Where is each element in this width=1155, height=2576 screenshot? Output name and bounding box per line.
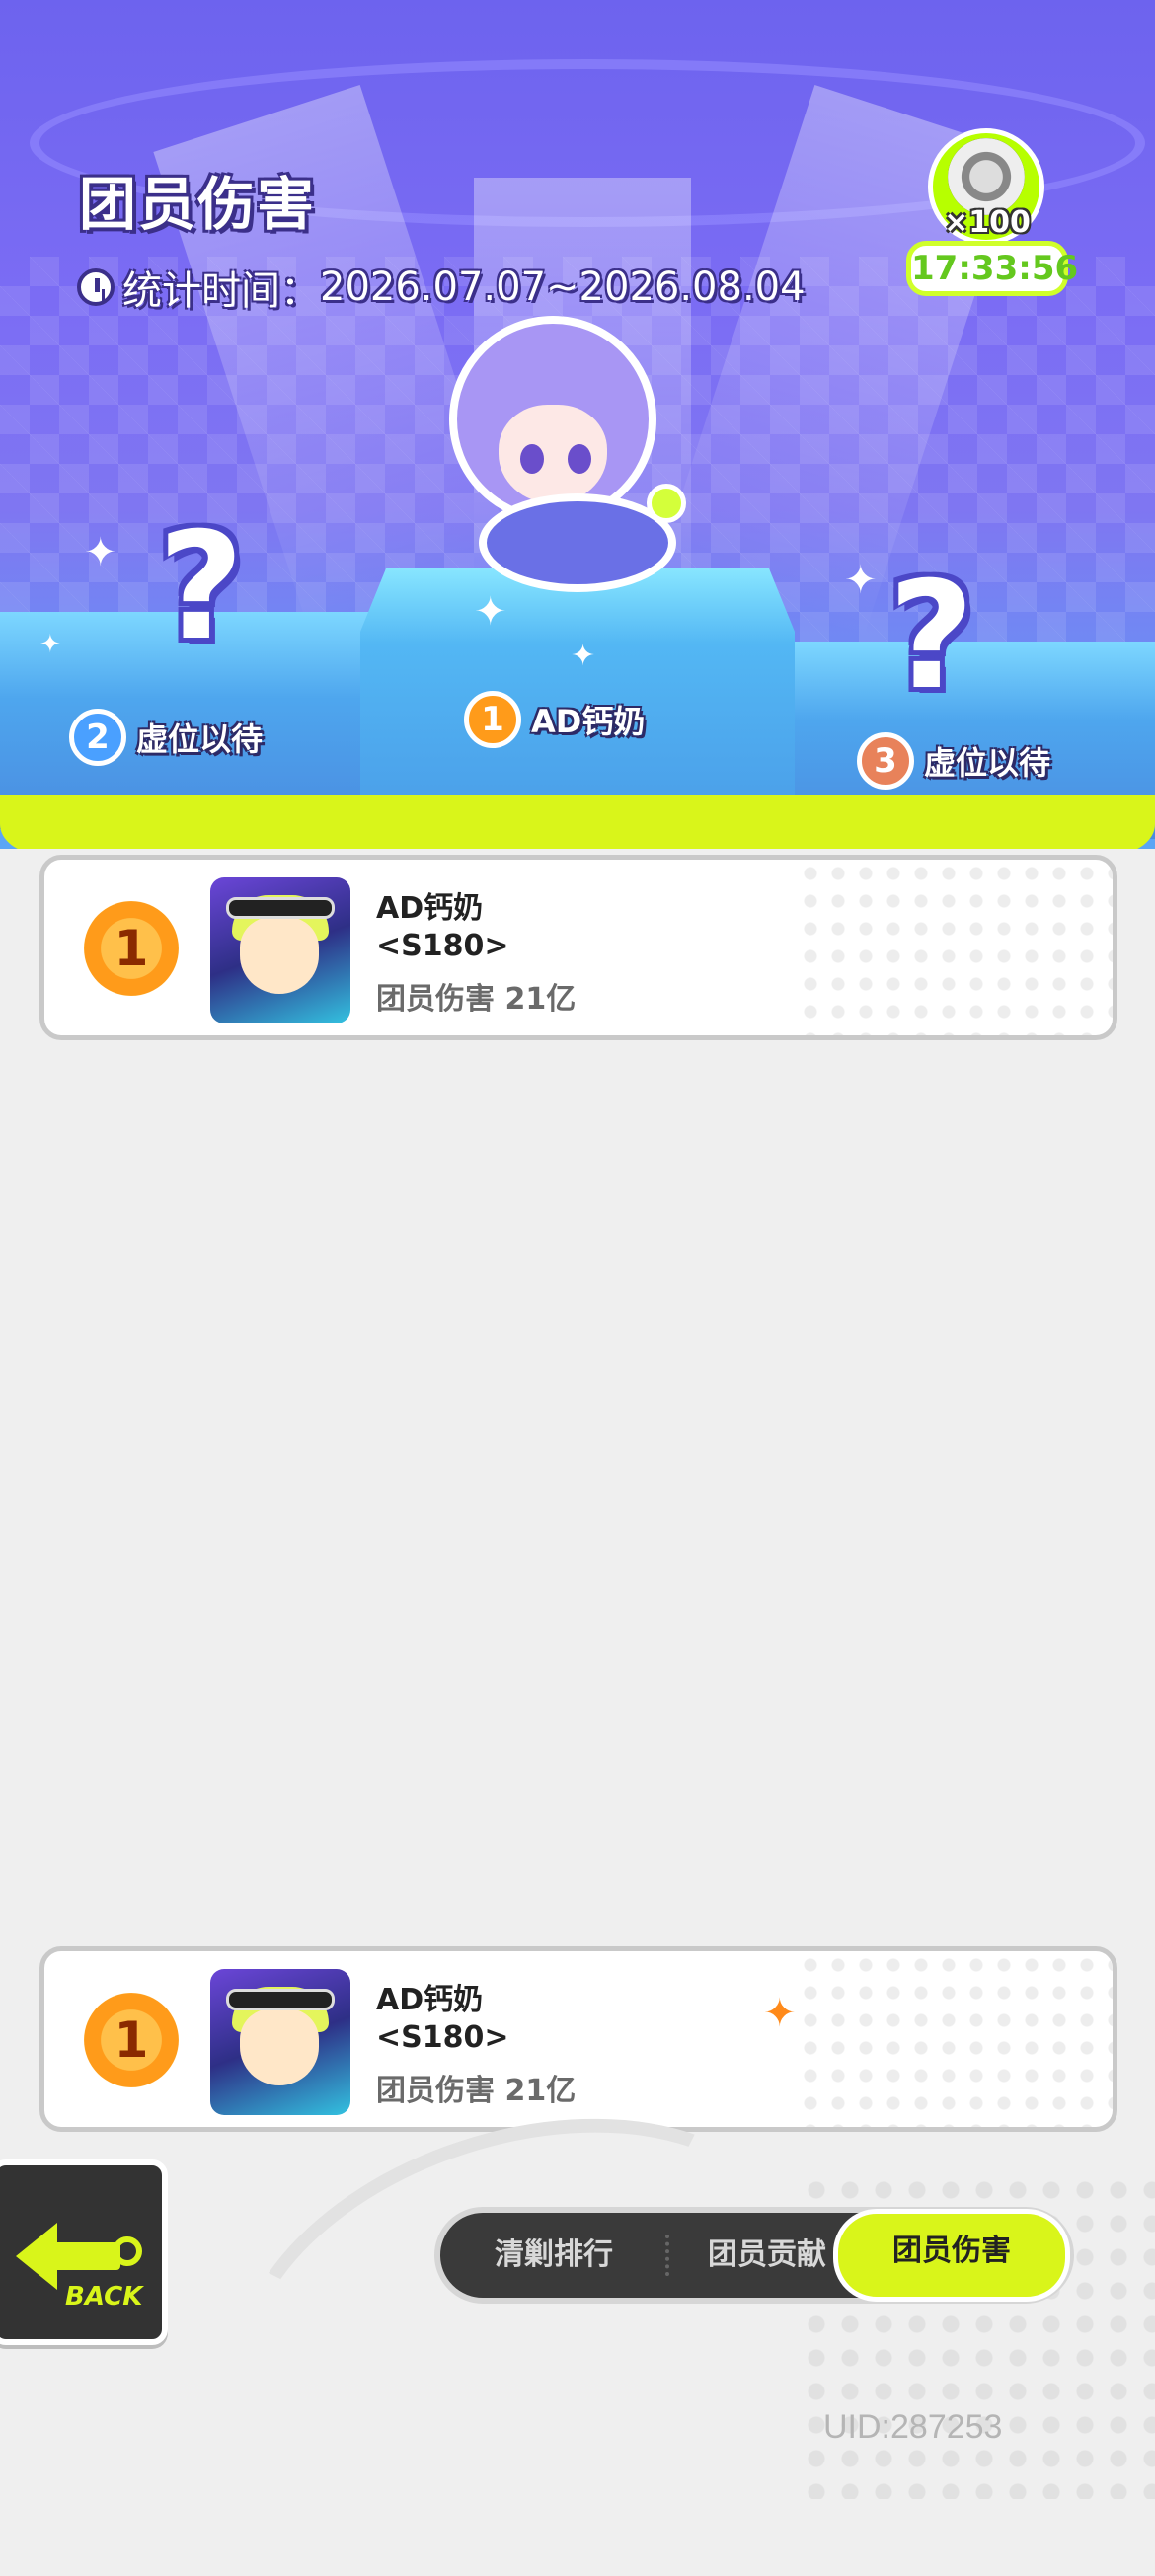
gear-coin-icon: [948, 138, 1025, 215]
tab-divider: [665, 2235, 669, 2276]
reward-countdown: 17:33:56: [906, 241, 1078, 296]
player-name: AD钙奶: [376, 1983, 484, 2017]
top-player-avatar[interactable]: [429, 296, 686, 602]
rank-badge-2: 2: [69, 709, 126, 766]
sparkle-icon: ✦: [474, 589, 507, 635]
podium-first-name: AD钙奶: [531, 703, 646, 740]
rank-badge-1: 1: [464, 691, 521, 748]
card-pattern: [797, 1951, 1113, 2127]
my-rank-row[interactable]: 1 AD钙奶 <S180> 团员伤害 21亿 ✦: [39, 1946, 1117, 2132]
page-title: 团员伤害: [79, 171, 317, 238]
back-arrow-shaft: [51, 2242, 120, 2270]
back-button[interactable]: BACK: [0, 2159, 168, 2345]
sparkle-icon: ✦: [39, 630, 61, 659]
player-avatar[interactable]: [210, 877, 350, 1023]
rank-medal-icon: 1: [84, 1993, 179, 2087]
sparkle-icon: ✦: [84, 530, 117, 575]
player-avatar[interactable]: [210, 1969, 350, 2115]
sparkle-icon: ✦: [763, 1991, 797, 2036]
podium-third-tag: 3 虚位以待: [857, 732, 1050, 790]
podium-second-name: 虚位以待: [136, 720, 264, 758]
stat-period-label: 统计时间：: [122, 268, 320, 314]
avatar-visor: [226, 897, 335, 919]
player-damage: 团员伤害 21亿: [376, 982, 577, 1017]
avatar-ball: [647, 484, 686, 523]
placeholder-question-icon-second: ?: [158, 501, 245, 673]
player-server: <S180>: [376, 929, 509, 963]
reward-count: ×100: [944, 205, 1031, 240]
rank-medal-icon: 1: [84, 901, 179, 996]
player-server: <S180>: [376, 2020, 509, 2055]
reward-chest[interactable]: ×100 17:33:56: [906, 128, 1078, 296]
player-damage: 团员伤害 21亿: [376, 2074, 577, 2108]
sparkle-icon: ✦: [571, 639, 596, 673]
back-label: BACK: [65, 2282, 143, 2311]
tab-member-damage[interactable]: 团员伤害: [833, 2209, 1070, 2302]
placeholder-question-icon-third: ?: [888, 551, 975, 722]
user-id: UID:287253: [823, 2408, 1003, 2446]
clock-icon: [77, 268, 115, 306]
slime-divider: [0, 795, 1155, 849]
podium-third-name: 虚位以待: [924, 744, 1051, 782]
rank-badge-3: 3: [857, 732, 914, 790]
ranking-tabs: 清剿排行 团员贡献 团员伤害: [434, 2207, 1074, 2304]
card-pattern: [797, 860, 1113, 1035]
avatar-face: [240, 917, 319, 994]
avatar-face: [240, 2008, 319, 2085]
player-name: AD钙奶: [376, 891, 484, 926]
sparkle-icon: ✦: [844, 558, 878, 603]
avatar-eye-right: [568, 444, 591, 474]
avatar-eye-left: [520, 444, 544, 474]
podium-second-tag: 2 虚位以待: [69, 709, 263, 766]
podium-first-tag: 1 AD钙奶: [464, 691, 645, 748]
ranking-row[interactable]: 1 AD钙奶 <S180> 团员伤害 21亿: [39, 855, 1117, 1040]
leaderboard-hero: 团员伤害 统计时间： 2026.07.07~2026.08.04 ×100 17…: [0, 0, 1155, 849]
back-arrow-circle: [113, 2236, 142, 2266]
avatar-visor: [226, 1989, 335, 2010]
tab-clear-ranking[interactable]: 清剿排行: [460, 2213, 648, 2298]
